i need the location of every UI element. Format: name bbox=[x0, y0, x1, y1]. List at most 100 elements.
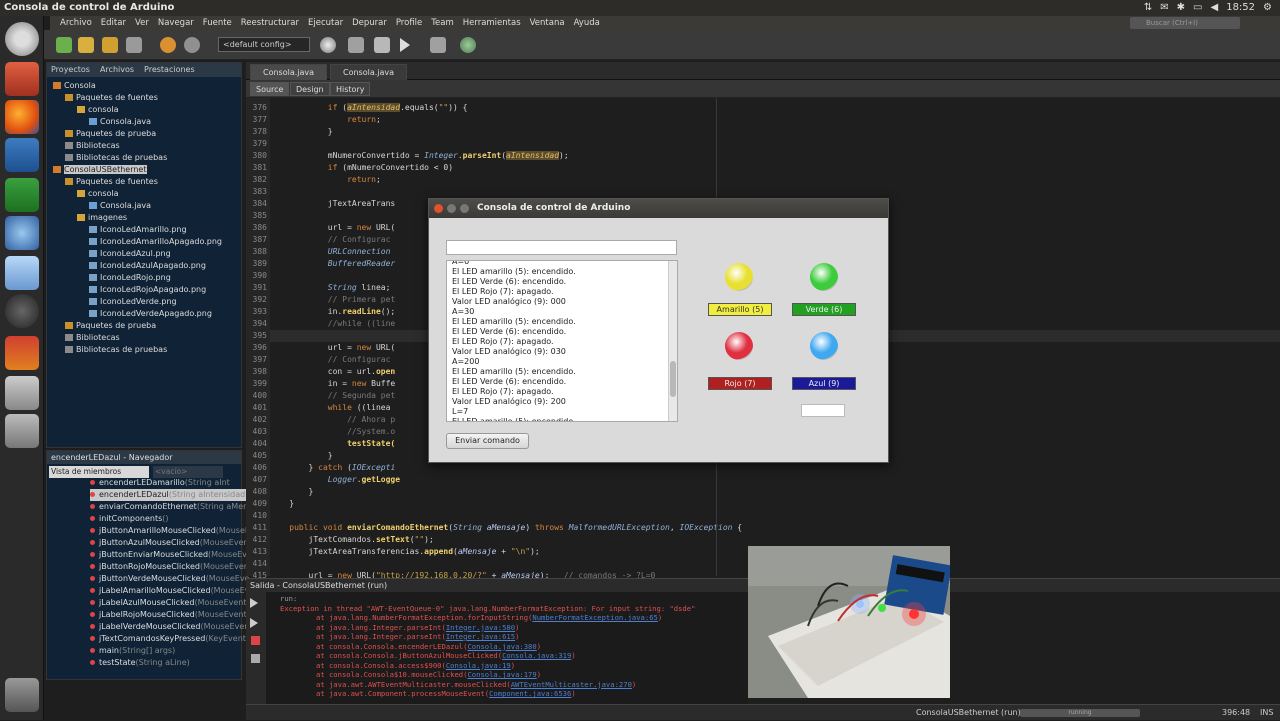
navigator-member[interactable]: jButtonAzulMouseClicked(MouseEvent bbox=[90, 537, 252, 549]
tree-item[interactable]: IconoLedAzulApagado.png bbox=[89, 260, 206, 272]
tree-item[interactable]: consola bbox=[77, 188, 119, 200]
navigator-member[interactable]: jButtonAmarilloMouseClicked(MouseEve bbox=[90, 525, 260, 537]
thunderbird-icon[interactable] bbox=[5, 216, 39, 250]
menu-item[interactable]: Ventana bbox=[530, 16, 565, 30]
build-icon[interactable] bbox=[348, 37, 364, 53]
navigator-member[interactable]: jLabelAzulMouseClicked(MouseEvent e bbox=[90, 597, 254, 609]
tree-item[interactable]: Paquetes de fuentes bbox=[65, 176, 158, 188]
save-all-icon[interactable] bbox=[126, 37, 142, 53]
tree-item[interactable]: Paquetes de fuentes bbox=[65, 92, 158, 104]
menu-item[interactable]: Profile bbox=[396, 16, 422, 30]
network-icon[interactable]: ⇅ bbox=[1144, 0, 1152, 16]
tab-consola-java-1[interactable]: Consola.java bbox=[250, 64, 328, 80]
scrollbar-thumb[interactable] bbox=[670, 361, 676, 397]
navigator-member[interactable]: main(String[] args) bbox=[90, 645, 175, 657]
clock[interactable]: 18:52 bbox=[1226, 0, 1255, 16]
stacktrace-link[interactable]: AWTEventMulticaster.java:270 bbox=[511, 680, 632, 689]
settings-icon[interactable] bbox=[251, 654, 260, 663]
profile-icon[interactable] bbox=[460, 37, 476, 53]
stacktrace-link[interactable]: Consola.java:380 bbox=[467, 642, 536, 651]
writer-icon[interactable] bbox=[5, 138, 39, 172]
led-rojo-indicator[interactable] bbox=[725, 332, 753, 360]
calc-icon[interactable] bbox=[5, 178, 39, 212]
tree-item[interactable]: Consola.java bbox=[89, 200, 151, 212]
stacktrace-link[interactable]: Component.java:6536 bbox=[489, 689, 571, 698]
menu-item[interactable]: Ver bbox=[135, 16, 149, 30]
navigator-member[interactable]: jButtonRojoMouseClicked(MouseEvent bbox=[90, 561, 252, 573]
menu-item[interactable]: Depurar bbox=[352, 16, 387, 30]
run-icon[interactable] bbox=[400, 38, 410, 52]
clean-build-icon[interactable] bbox=[374, 37, 390, 53]
tree-item[interactable]: Paquetes de prueba bbox=[65, 128, 156, 140]
debug-icon[interactable] bbox=[430, 37, 446, 53]
tree-item[interactable]: Bibliotecas de pruebas bbox=[65, 344, 167, 356]
java-icon[interactable] bbox=[5, 336, 39, 370]
software-center-icon[interactable] bbox=[5, 256, 39, 290]
navigator-member[interactable]: initComponents() bbox=[90, 513, 169, 525]
undo-icon[interactable] bbox=[160, 37, 176, 53]
tree-item[interactable]: IconoLedAzul.png bbox=[89, 248, 171, 260]
stacktrace-link[interactable]: Consola.java:19 bbox=[446, 661, 511, 670]
disk-icon[interactable] bbox=[5, 414, 39, 448]
bluetooth-icon[interactable]: ✱ bbox=[1177, 0, 1185, 16]
maximize-icon[interactable] bbox=[460, 204, 469, 213]
tab-projects[interactable]: Proyectos bbox=[51, 63, 90, 77]
menu-item[interactable]: Team bbox=[431, 16, 453, 30]
minimize-icon[interactable] bbox=[447, 204, 456, 213]
menu-item[interactable]: Ayuda bbox=[574, 16, 600, 30]
tree-item[interactable]: IconoLedAmarillo.png bbox=[89, 224, 187, 236]
led-amarillo-indicator[interactable] bbox=[725, 263, 753, 291]
tree-item[interactable]: Bibliotecas de pruebas bbox=[65, 152, 167, 164]
stacktrace-link[interactable]: Consola.java:179 bbox=[467, 670, 536, 679]
navigator-member[interactable]: jTextComandosKeyPressed(KeyEvent bbox=[90, 633, 246, 645]
navigator-member[interactable]: enviarComandoEthernet(String aMens bbox=[90, 501, 252, 513]
navigator-member[interactable]: jButtonVerdeMouseClicked(MouseEve bbox=[90, 573, 249, 585]
menu-item[interactable]: Editar bbox=[101, 16, 126, 30]
navigator-member[interactable]: jLabelVerdeMouseClicked(MouseEvent bbox=[90, 621, 252, 633]
tab-services[interactable]: Prestaciones bbox=[144, 63, 195, 77]
tree-item[interactable]: Consola bbox=[53, 80, 96, 92]
led-azul-indicator[interactable] bbox=[810, 332, 838, 360]
rojo-button[interactable]: Rojo (7) bbox=[708, 377, 772, 390]
tab-design[interactable]: Design bbox=[290, 82, 330, 96]
redo-icon[interactable] bbox=[184, 37, 200, 53]
drive-icon[interactable] bbox=[5, 376, 39, 410]
stacktrace-link[interactable]: NumberFormatException.java:65 bbox=[532, 613, 658, 622]
menu-item[interactable]: Archivo bbox=[60, 16, 92, 30]
tree-item[interactable]: Paquetes de prueba bbox=[65, 320, 156, 332]
tree-item[interactable]: IconoLedRojo.png bbox=[89, 272, 171, 284]
firefox-icon[interactable] bbox=[5, 100, 39, 134]
obs-icon[interactable] bbox=[5, 294, 39, 328]
navigator-member[interactable]: testState(String aLine) bbox=[90, 657, 190, 669]
menu-item[interactable]: Fuente bbox=[203, 16, 232, 30]
tree-item[interactable]: Consola.java bbox=[89, 116, 151, 128]
mail-icon[interactable]: ✉ bbox=[1160, 0, 1168, 16]
battery-icon[interactable]: ▭ bbox=[1193, 0, 1202, 16]
tree-item[interactable]: Bibliotecas bbox=[65, 140, 120, 152]
tab-files[interactable]: Archivos bbox=[100, 63, 134, 77]
tree-item[interactable]: imagenes bbox=[77, 212, 127, 224]
volume-icon[interactable]: ◀ bbox=[1211, 0, 1219, 16]
log-scrollbar[interactable] bbox=[668, 261, 677, 421]
close-icon[interactable] bbox=[434, 204, 443, 213]
tree-item[interactable]: consola bbox=[77, 104, 119, 116]
navigator-member[interactable]: jLabelRojoMouseClicked(MouseEvent e bbox=[90, 609, 254, 621]
search-input[interactable]: Buscar (Ctrl+I) bbox=[1130, 17, 1240, 29]
menu-item[interactable]: Ejecutar bbox=[308, 16, 343, 30]
output-console[interactable]: run: Exception in thread "AWT-EventQueue-… bbox=[266, 592, 748, 704]
verde-button[interactable]: Verde (6) bbox=[792, 303, 856, 316]
open-project-icon[interactable] bbox=[102, 37, 118, 53]
stacktrace-link[interactable]: Integer.java:580 bbox=[446, 623, 515, 632]
navigator-member[interactable]: encenderLEDazul(String aIntensidad) bbox=[90, 489, 249, 501]
rerun-icon[interactable] bbox=[250, 598, 258, 608]
stacktrace-link[interactable]: Integer.java:615 bbox=[446, 632, 515, 641]
intensity-input[interactable] bbox=[801, 404, 845, 417]
tree-item[interactable]: IconoLedVerdeApagado.png bbox=[89, 308, 212, 320]
navigator-member[interactable]: jButtonEnviarMouseClicked(MouseEven bbox=[90, 549, 257, 561]
tree-item[interactable]: ConsolaUSBethernet bbox=[53, 164, 147, 176]
azul-button[interactable]: Azul (9) bbox=[792, 377, 856, 390]
files-icon[interactable] bbox=[5, 62, 39, 96]
transfer-log-textarea[interactable]: A=0 El LED amarillo (5): encendido. El LED… bbox=[446, 260, 678, 422]
menu-item[interactable]: Navegar bbox=[158, 16, 194, 30]
navigator-member[interactable]: jLabelAmarilloMouseClicked(MouseEven bbox=[90, 585, 259, 597]
